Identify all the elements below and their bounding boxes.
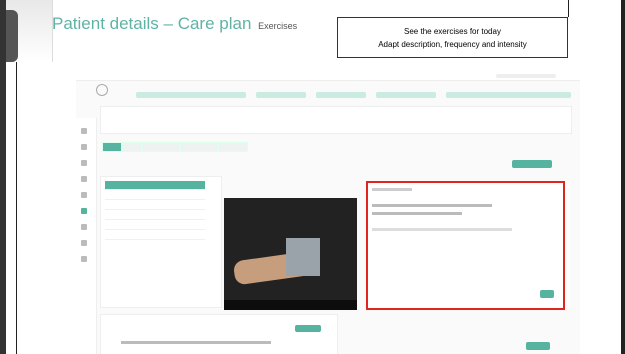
slide-top-rule: [568, 0, 569, 17]
app-sidebar: [76, 118, 97, 354]
tab-active: [102, 142, 122, 152]
sidebar-icon: [81, 144, 87, 150]
slide-right-border: [621, 0, 625, 354]
video-frame-object: [286, 238, 320, 276]
app-tabs: [102, 142, 572, 152]
slide-title: Patient details – Care plan Exercises: [52, 14, 297, 34]
tab: [142, 142, 180, 152]
patient-info-panel: [100, 106, 572, 134]
app-header-bar: [316, 92, 366, 98]
sidebar-icon: [81, 176, 87, 182]
callout-line-2: Adapt description, frequency and intensi…: [378, 40, 527, 49]
exercise-list-item: [105, 191, 205, 200]
callout-line-1: See the exercises for today: [404, 27, 501, 36]
sidebar-icon: [81, 128, 87, 134]
slide-title-suffix: Exercises: [258, 21, 298, 31]
exercise-video: [224, 198, 357, 310]
app-button: [526, 342, 550, 350]
app-toolbar: [496, 74, 556, 78]
app-header-bar: [446, 92, 571, 98]
callout-note: See the exercises for today Adapt descri…: [337, 17, 568, 58]
slide-decoration-dark: [6, 10, 18, 62]
app-button: [512, 160, 552, 168]
highlight-box: [366, 181, 565, 310]
sidebar-icon: [81, 256, 87, 262]
sidebar-icon: [81, 208, 87, 214]
exercise-list-item: [105, 231, 205, 240]
exercise-list-panel: [100, 176, 222, 308]
slide-left-border: [16, 62, 17, 354]
exercise-list-item: [105, 211, 205, 220]
tab: [180, 142, 218, 152]
app-header-bar: [376, 92, 436, 98]
sidebar-icon: [81, 224, 87, 230]
app-header-bar: [256, 92, 306, 98]
avatar: [96, 84, 108, 96]
sidebar-icon: [81, 192, 87, 198]
sidebar-icon: [81, 160, 87, 166]
app-header-bar: [136, 92, 246, 98]
notes-panel: [100, 314, 338, 354]
tab: [122, 142, 142, 152]
tab: [218, 142, 248, 152]
sidebar-icon: [81, 240, 87, 246]
exercise-list-item-active: [105, 181, 205, 190]
notes-text: [121, 341, 271, 344]
slide-title-main: Patient details – Care plan: [52, 14, 252, 33]
app-button: [295, 325, 321, 332]
video-controls: [224, 300, 357, 310]
exercise-list-item: [105, 221, 205, 230]
exercise-list-item: [105, 201, 205, 210]
